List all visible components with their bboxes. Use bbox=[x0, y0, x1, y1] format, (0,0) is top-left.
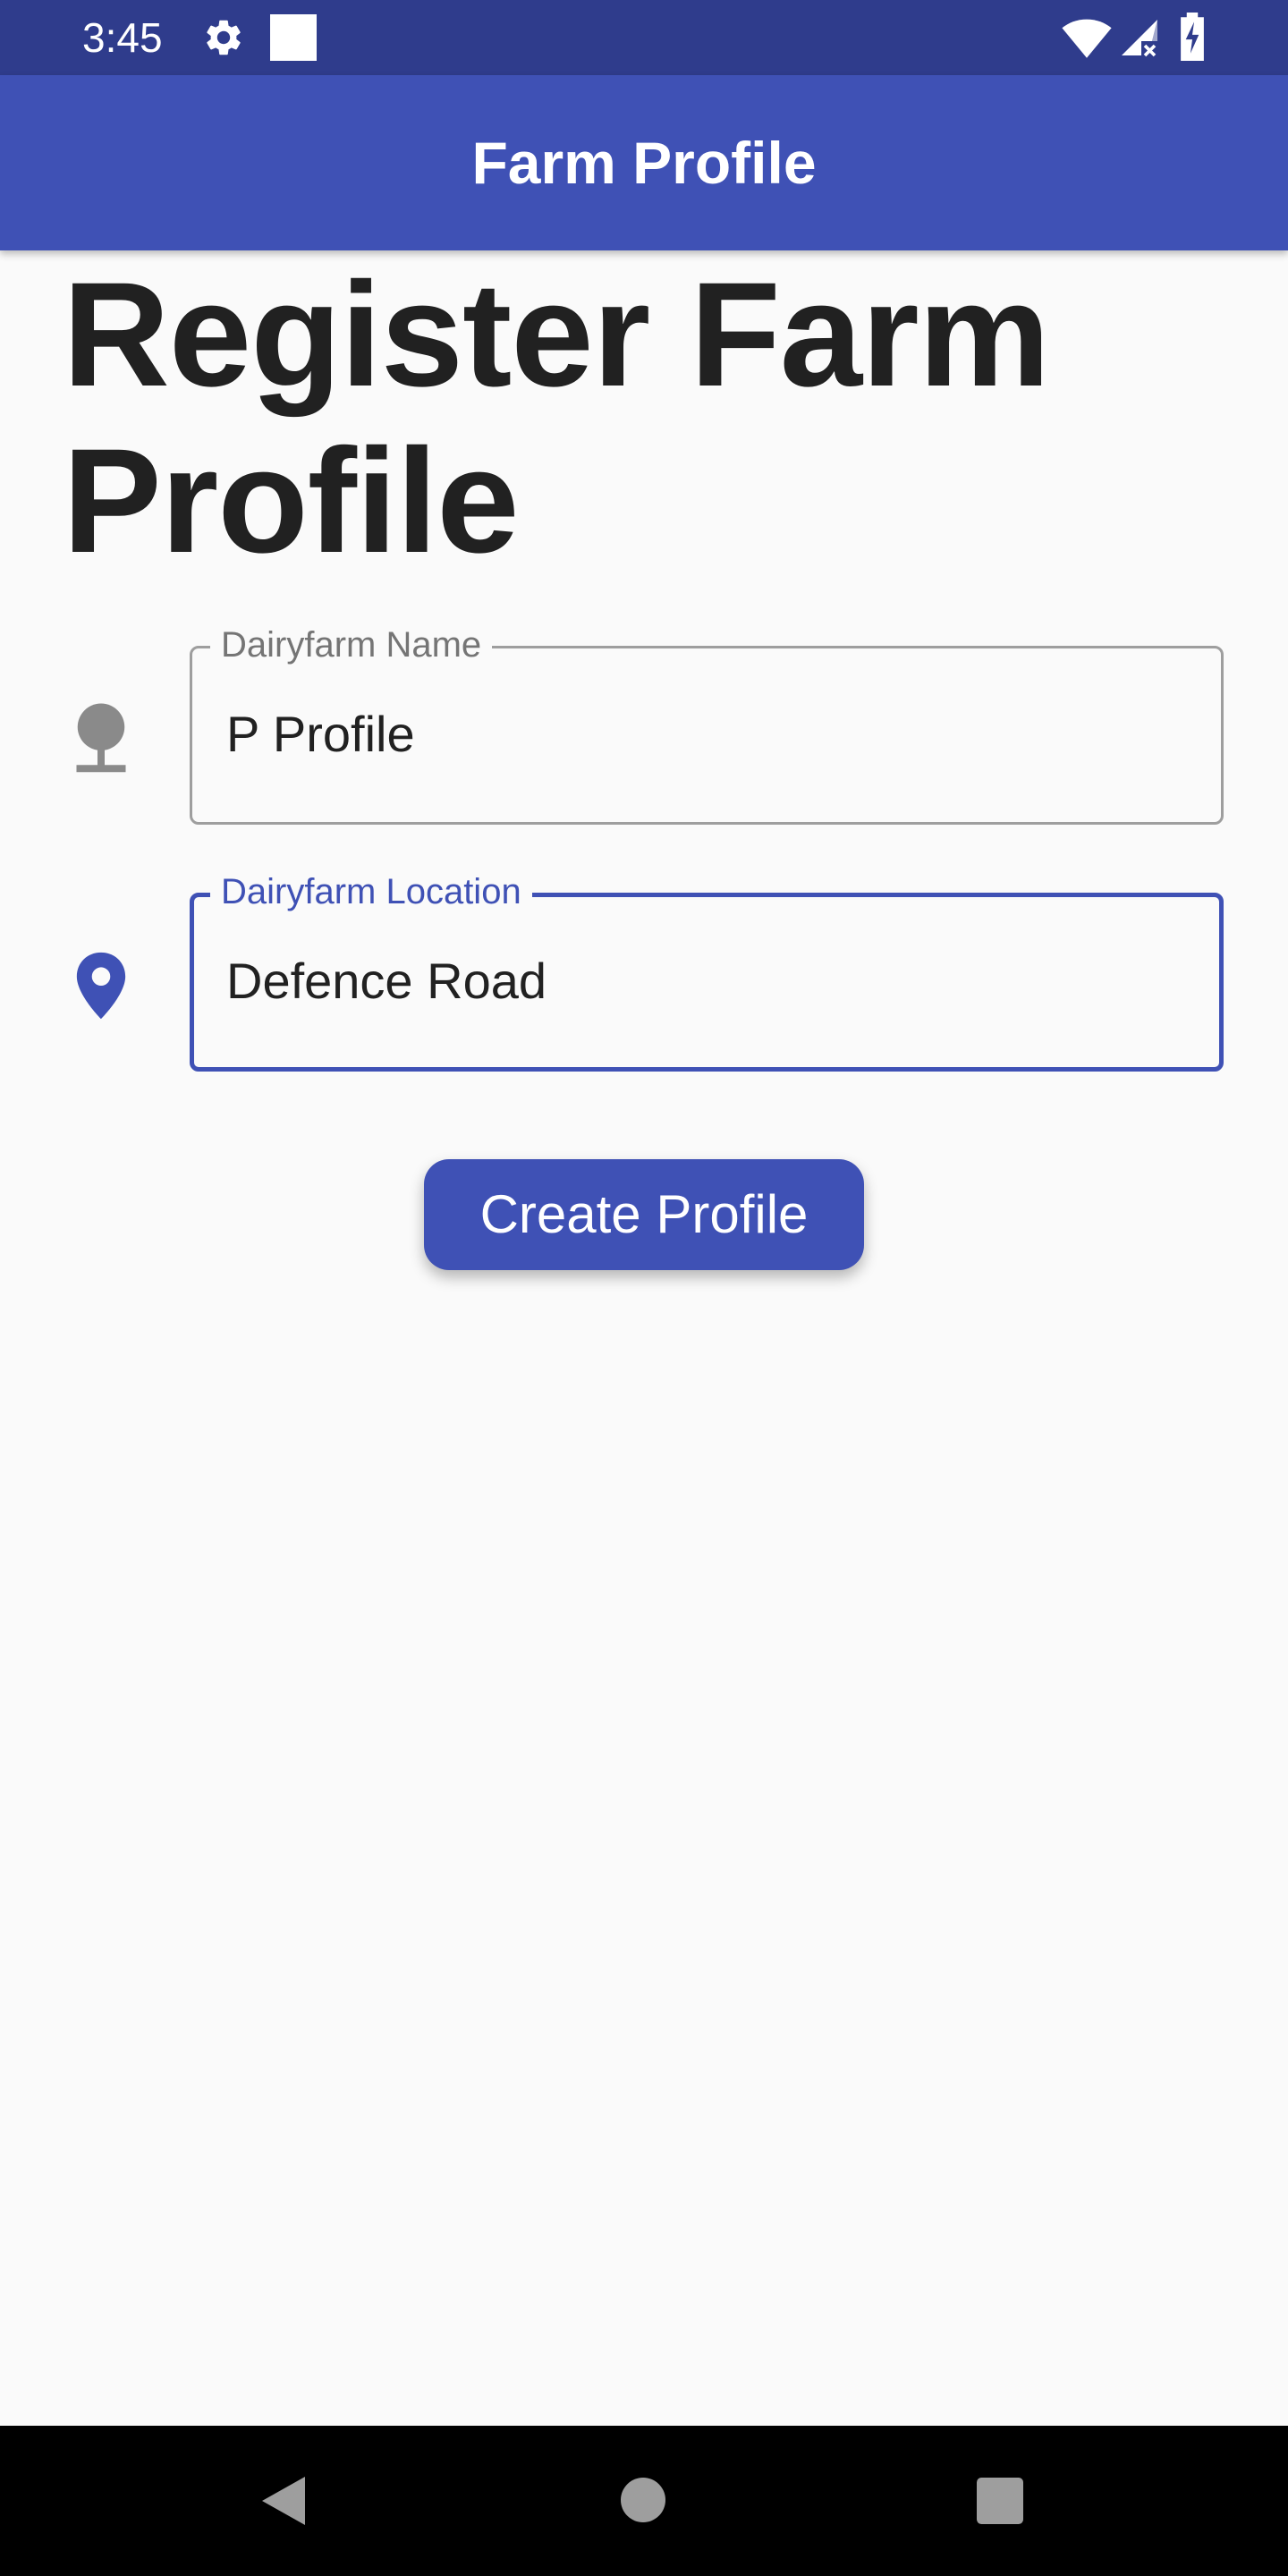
battery-charging-icon bbox=[1181, 13, 1204, 61]
status-bar: 3:45 bbox=[0, 0, 1288, 75]
create-profile-button[interactable]: Create Profile bbox=[424, 1159, 864, 1270]
farm-location-label: Dairyfarm Location bbox=[210, 869, 532, 915]
location-pin-icon bbox=[76, 952, 126, 1020]
farm-name-input[interactable]: P Profile bbox=[226, 702, 415, 767]
tree-icon bbox=[76, 703, 126, 773]
status-time: 3:45 bbox=[82, 14, 163, 61]
app-bar-title: Farm Profile bbox=[471, 130, 817, 196]
farm-location-input[interactable]: Defence Road bbox=[226, 949, 547, 1013]
square-notification-icon bbox=[270, 14, 317, 61]
home-icon[interactable] bbox=[621, 2478, 665, 2522]
gear-icon bbox=[207, 20, 241, 55]
recents-icon[interactable] bbox=[977, 2478, 1023, 2524]
farm-name-field[interactable]: Dairyfarm Name P Profile bbox=[190, 622, 1224, 825]
page-heading: Register Farm Profile bbox=[63, 252, 1050, 584]
signal-icon bbox=[1122, 20, 1157, 57]
back-icon[interactable] bbox=[259, 2474, 308, 2528]
farm-name-label: Dairyfarm Name bbox=[210, 622, 493, 668]
farm-location-field[interactable]: Dairyfarm Location Defence Road bbox=[190, 869, 1224, 1072]
wifi-icon bbox=[1062, 19, 1112, 58]
app-bar: Farm Profile bbox=[0, 75, 1288, 250]
